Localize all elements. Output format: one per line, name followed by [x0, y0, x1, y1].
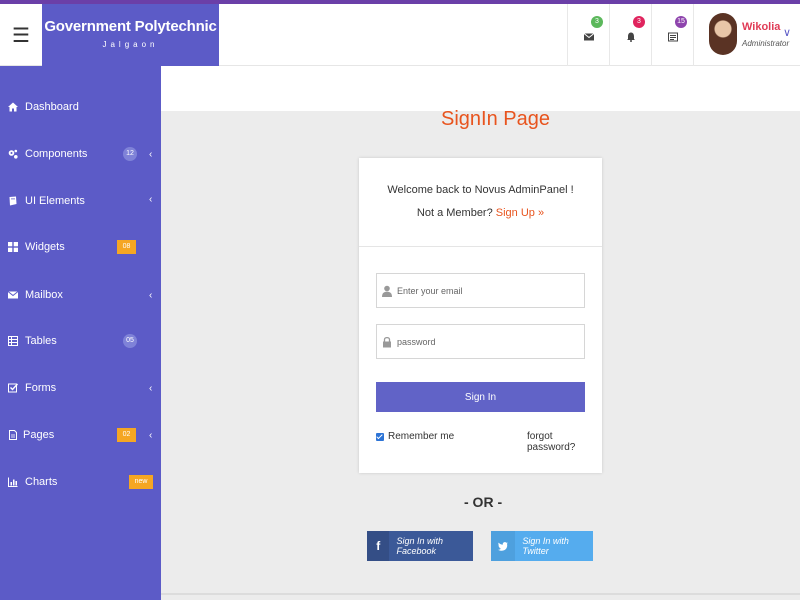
cogs-icon [8, 149, 18, 159]
user-menu[interactable]: Wikolia Administrator ∨ [693, 4, 800, 66]
facebook-icon: f [367, 531, 390, 561]
user-role: Administrator [742, 39, 790, 48]
chevron-left-icon: ‹ [149, 382, 153, 394]
messages-button[interactable]: 3 [567, 4, 609, 66]
chevron-left-icon: ‹ [149, 289, 153, 301]
tasks-badge: 15 [675, 16, 687, 28]
messages-badge: 3 [591, 16, 603, 28]
brand-logo[interactable]: Government Polytechnic Jalgaon [42, 4, 219, 66]
sidebar-item-label: Forms [25, 382, 57, 394]
sidebar-item-pages[interactable]: Pages 02 ‹ [0, 420, 161, 450]
facebook-signin-label: Sign In with Facebook [396, 536, 443, 556]
sidebar-item-label: Pages [23, 429, 55, 441]
sidebar-item-label: Widgets [25, 241, 65, 253]
twitter-signin-button[interactable]: Sign In with Twitter [491, 531, 593, 561]
tag-badge: new [129, 475, 153, 489]
sidebar-item-dashboard[interactable]: Dashboard [0, 92, 161, 122]
sign-in-button[interactable]: Sign In [376, 382, 585, 412]
hamburger-icon[interactable]: ☰ [0, 4, 42, 66]
chevron-left-icon: ‹ [149, 148, 153, 160]
sidebar-item-label: Mailbox [25, 289, 63, 301]
file-icon [9, 430, 17, 440]
sidebar-item-ui-elements[interactable]: UI Elements ‹ [0, 186, 161, 216]
tag-badge: 08 [117, 240, 136, 254]
notifications-button[interactable]: 3 [609, 4, 651, 66]
sidebar-item-label: Charts [25, 476, 58, 488]
facebook-signin-button[interactable]: f Sign In with Facebook [367, 531, 473, 561]
user-icon [382, 285, 392, 297]
user-name: Wikolia [742, 21, 781, 33]
member-prompt: Not a Member? Sign Up » [359, 207, 602, 219]
sign-up-link[interactable]: Sign Up » [496, 207, 544, 219]
chart-icon [8, 477, 18, 487]
chevron-down-icon: ∨ [783, 27, 792, 39]
email-input[interactable] [397, 285, 577, 296]
card-header: Welcome back to Novus AdminPanel ! Not a… [359, 158, 602, 247]
sidebar-item-components[interactable]: Components 12 ‹ [0, 139, 161, 169]
page-title: SignIn Page [441, 108, 550, 130]
brand-title: Government Polytechnic [44, 18, 217, 35]
signin-card: Welcome back to Novus AdminPanel ! Not a… [359, 158, 602, 473]
envelope-icon [8, 291, 18, 299]
sidebar-item-forms[interactable]: Forms ‹ [0, 373, 161, 403]
book-icon [9, 196, 17, 206]
tag-badge: 02 [117, 428, 136, 442]
remember-me: Remember me [376, 431, 454, 442]
brand-subtitle: Jalgaon [102, 40, 159, 49]
count-badge: 12 [123, 147, 137, 161]
chevron-left-icon: ‹ [149, 193, 153, 205]
remember-me-label: Remember me [388, 431, 455, 442]
footer-divider [161, 593, 800, 595]
remember-me-checkbox[interactable] [376, 432, 384, 441]
sidebar-item-label: Dashboard [25, 101, 79, 113]
chevron-left-icon: ‹ [149, 429, 153, 441]
twitter-icon [491, 531, 516, 561]
twitter-signin-label: Sign In with Twitter [522, 536, 569, 556]
content-top-bar [161, 66, 800, 111]
notifications-badge: 3 [633, 16, 645, 28]
sidebar-item-charts[interactable]: Charts new [0, 467, 161, 497]
email-field[interactable] [376, 273, 585, 308]
mail-icon [583, 33, 594, 41]
not-member-text: Not a Member? [416, 207, 496, 219]
sidebar-item-label: Components [25, 148, 88, 160]
count-badge: 05 [123, 334, 137, 348]
bell-icon [626, 32, 635, 42]
sidebar-item-widgets[interactable]: Widgets 08 [0, 232, 161, 262]
welcome-text: Welcome back to Novus AdminPanel ! [387, 184, 574, 196]
or-divider: - OR - [464, 494, 503, 510]
tasks-button[interactable]: 15 [651, 4, 693, 66]
forgot-password-link[interactable]: forgot password? [527, 431, 602, 453]
top-header: ☰ Government Polytechnic Jalgaon 3 3 15 … [0, 4, 800, 66]
home-icon [8, 102, 18, 112]
lock-icon [383, 336, 391, 347]
sidebar-item-label: UI Elements [25, 195, 85, 207]
password-field[interactable] [376, 324, 585, 359]
table-icon [8, 336, 18, 346]
password-input[interactable] [397, 336, 577, 347]
sidebar-item-mailbox[interactable]: Mailbox ‹ [0, 280, 161, 310]
grid-icon [8, 242, 18, 252]
sidebar-item-tables[interactable]: Tables 05 [0, 326, 161, 356]
sidebar-item-label: Tables [25, 335, 57, 347]
tasks-icon [667, 32, 678, 42]
check-square-icon [8, 383, 18, 393]
avatar [709, 13, 737, 55]
